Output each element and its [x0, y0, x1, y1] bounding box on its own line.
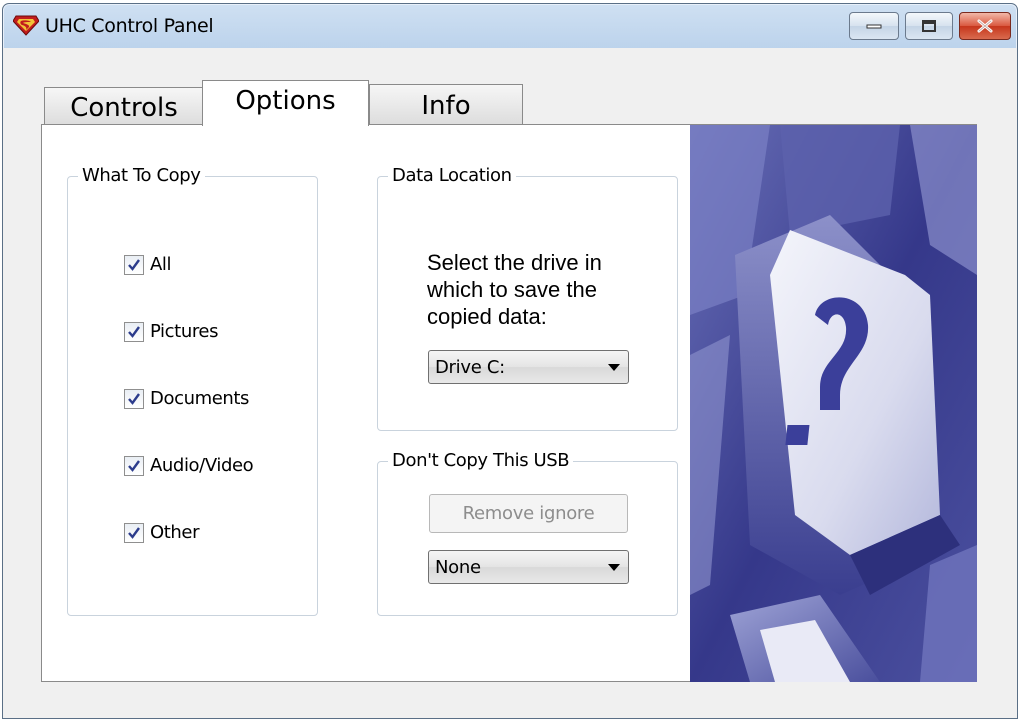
checkbox-all-label: All — [150, 254, 172, 275]
help-key-image — [690, 125, 977, 682]
tab-controls[interactable]: Controls — [44, 87, 204, 126]
checkbox-documents-box[interactable] — [124, 388, 144, 409]
minimize-button[interactable] — [849, 12, 899, 40]
data-location-group: Data Location Select the drive in which … — [377, 165, 678, 431]
checkbox-other-label: Other — [150, 522, 200, 543]
tab-info[interactable]: Info — [369, 84, 523, 126]
drive-select[interactable]: Drive C: — [428, 350, 629, 384]
superman-logo-icon — [12, 14, 40, 36]
checkbox-pictures-box[interactable] — [124, 321, 144, 342]
checkbox-all[interactable]: All — [124, 254, 172, 275]
checkbox-pictures-label: Pictures — [150, 321, 219, 342]
dont-copy-usb-title: Don't Copy This USB — [388, 450, 574, 471]
dont-copy-usb-group: Don't Copy This USB Remove ignore None — [377, 450, 678, 616]
checkmark-icon — [128, 325, 140, 338]
checkbox-documents[interactable]: Documents — [124, 388, 249, 409]
what-to-copy-title: What To Copy — [78, 165, 205, 186]
dropdown-arrow-icon[interactable] — [608, 363, 620, 371]
checkmark-icon — [128, 258, 140, 271]
close-button[interactable] — [959, 12, 1011, 40]
checkmark-icon — [128, 526, 140, 539]
usb-select-value: None — [435, 556, 481, 578]
close-icon — [977, 19, 993, 33]
tab-options[interactable]: Options — [202, 80, 369, 126]
drive-instruction-text: Select the drive in which to save the co… — [427, 250, 602, 329]
checkbox-audio-video-label: Audio/Video — [150, 455, 254, 476]
checkmark-icon — [128, 459, 140, 472]
maximize-button[interactable] — [905, 12, 953, 40]
window-content: Controls Info Options What To Copy All P… — [3, 48, 1017, 718]
checkbox-other-box[interactable] — [124, 522, 144, 543]
checkmark-icon — [128, 392, 140, 405]
checkbox-all-box[interactable] — [124, 254, 144, 275]
main-window: UHC Control Panel Controls Info Options — [2, 3, 1018, 719]
usb-select[interactable]: None — [428, 550, 629, 584]
question-key-illustration — [690, 125, 977, 682]
drive-select-value: Drive C: — [435, 356, 505, 378]
checkbox-pictures[interactable]: Pictures — [124, 321, 218, 342]
checkbox-other[interactable]: Other — [124, 522, 200, 543]
options-panel: What To Copy All Pictures Documents Audi… — [41, 124, 977, 682]
what-to-copy-group: What To Copy All Pictures Documents Audi… — [67, 165, 318, 616]
minimize-icon — [866, 24, 882, 29]
data-location-title: Data Location — [388, 165, 516, 186]
checkbox-audio-video-box[interactable] — [124, 455, 144, 476]
title-bar[interactable]: UHC Control Panel — [3, 4, 1017, 48]
window-title: UHC Control Panel — [45, 15, 214, 37]
maximize-icon — [922, 20, 936, 32]
remove-ignore-button[interactable]: Remove ignore — [429, 494, 628, 533]
checkbox-documents-label: Documents — [150, 388, 250, 409]
checkbox-audio-video[interactable]: Audio/Video — [124, 455, 254, 476]
dropdown-arrow-icon[interactable] — [608, 563, 620, 571]
